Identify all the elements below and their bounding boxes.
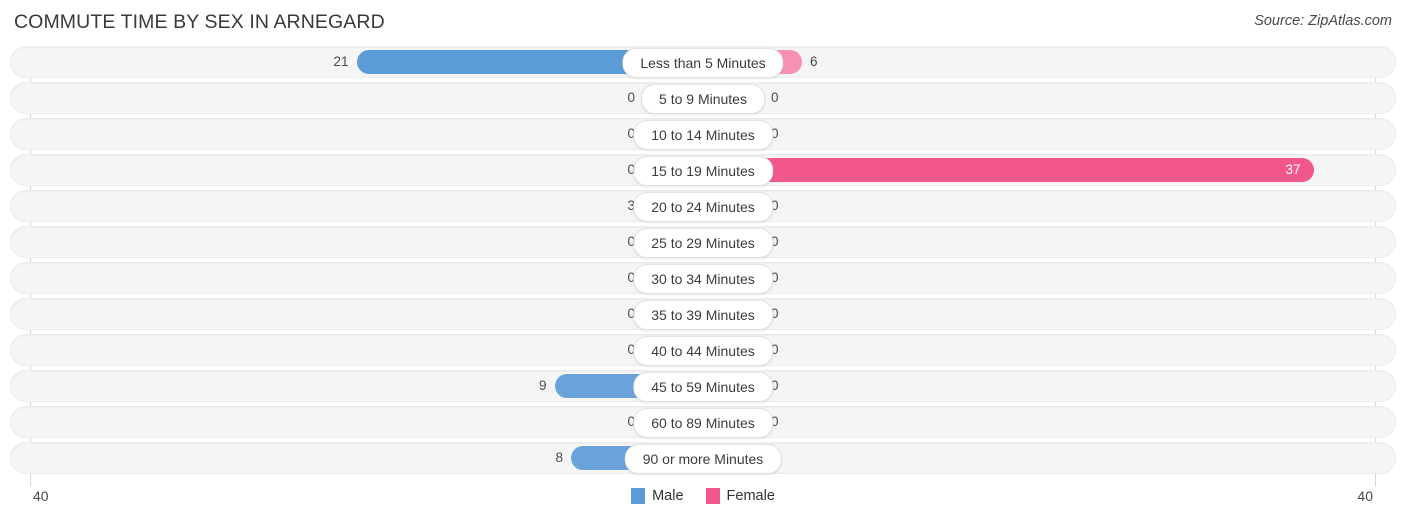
bar-row: 0 0 25 to 29 Minutes [0,226,1406,258]
category-label-pill: 40 to 44 Minutes [633,336,773,366]
bar-rows-container: 21 6 Less than 5 Minutes 0 0 5 to 9 Minutes 0 0… [0,46,1406,478]
legend-label-male: Male [652,488,684,504]
bar-row: 21 6 Less than 5 Minutes [0,46,1406,78]
category-label-pill: 60 to 89 Minutes [633,408,773,438]
bar-row: 0 0 35 to 39 Minutes [0,298,1406,330]
bar-row: 0 0 30 to 34 Minutes [0,262,1406,294]
female-value-label: 37 [1285,162,1301,177]
chart-legend: Male Female [0,488,1406,504]
bar-row: 0 0 5 to 9 Minutes [0,82,1406,114]
category-label-pill: 30 to 34 Minutes [633,264,773,294]
page-title: COMMUTE TIME BY SEX IN ARNEGARD [14,11,385,33]
bar-row: 0 0 10 to 14 Minutes [0,118,1406,150]
female-value-label: 6 [810,54,818,69]
bar-row: 0 0 60 to 89 Minutes [0,406,1406,438]
chart-plot-area: 21 6 Less than 5 Minutes 0 0 5 to 9 Minutes 0 0… [0,46,1406,486]
male-value-label: 21 [333,54,349,69]
chart-header: COMMUTE TIME BY SEX IN ARNEGARD Source: … [0,0,1406,46]
category-label-pill: 90 or more Minutes [624,444,782,474]
category-label-pill: 5 to 9 Minutes [641,84,765,114]
male-value-label: 9 [538,378,547,393]
bar-row: 9 0 45 to 59 Minutes [0,370,1406,402]
female-value-label: 0 [771,90,779,105]
bar-row: 3 0 20 to 24 Minutes [0,190,1406,222]
male-value-label: 8 [555,450,563,465]
category-label-pill: 45 to 59 Minutes [633,372,773,402]
bar-row: 0 37 15 to 19 Minutes [0,154,1406,186]
bar-row: 8090 or more Minutes [0,442,1406,474]
bar-row: 0 0 40 to 44 Minutes [0,334,1406,366]
category-label-pill: 25 to 29 Minutes [633,228,773,258]
category-label-pill: 20 to 24 Minutes [633,192,773,222]
category-label-pill: Less than 5 Minutes [622,48,784,78]
legend-item-female[interactable]: Female [705,488,775,504]
source-attribution: Source: ZipAtlas.com [1254,13,1392,29]
legend-label-female: Female [726,488,775,504]
female-bar[interactable] [703,158,1314,182]
legend-item-male[interactable]: Male [631,488,684,504]
category-label-pill: 15 to 19 Minutes [633,156,773,186]
male-value-label: 0 [627,90,635,105]
chart-footer: 40 40 Male Female [0,484,1406,523]
category-label-pill: 35 to 39 Minutes [633,300,773,330]
female-swatch-icon [705,488,720,504]
male-swatch-icon [631,488,646,504]
category-label-pill: 10 to 14 Minutes [633,120,773,150]
